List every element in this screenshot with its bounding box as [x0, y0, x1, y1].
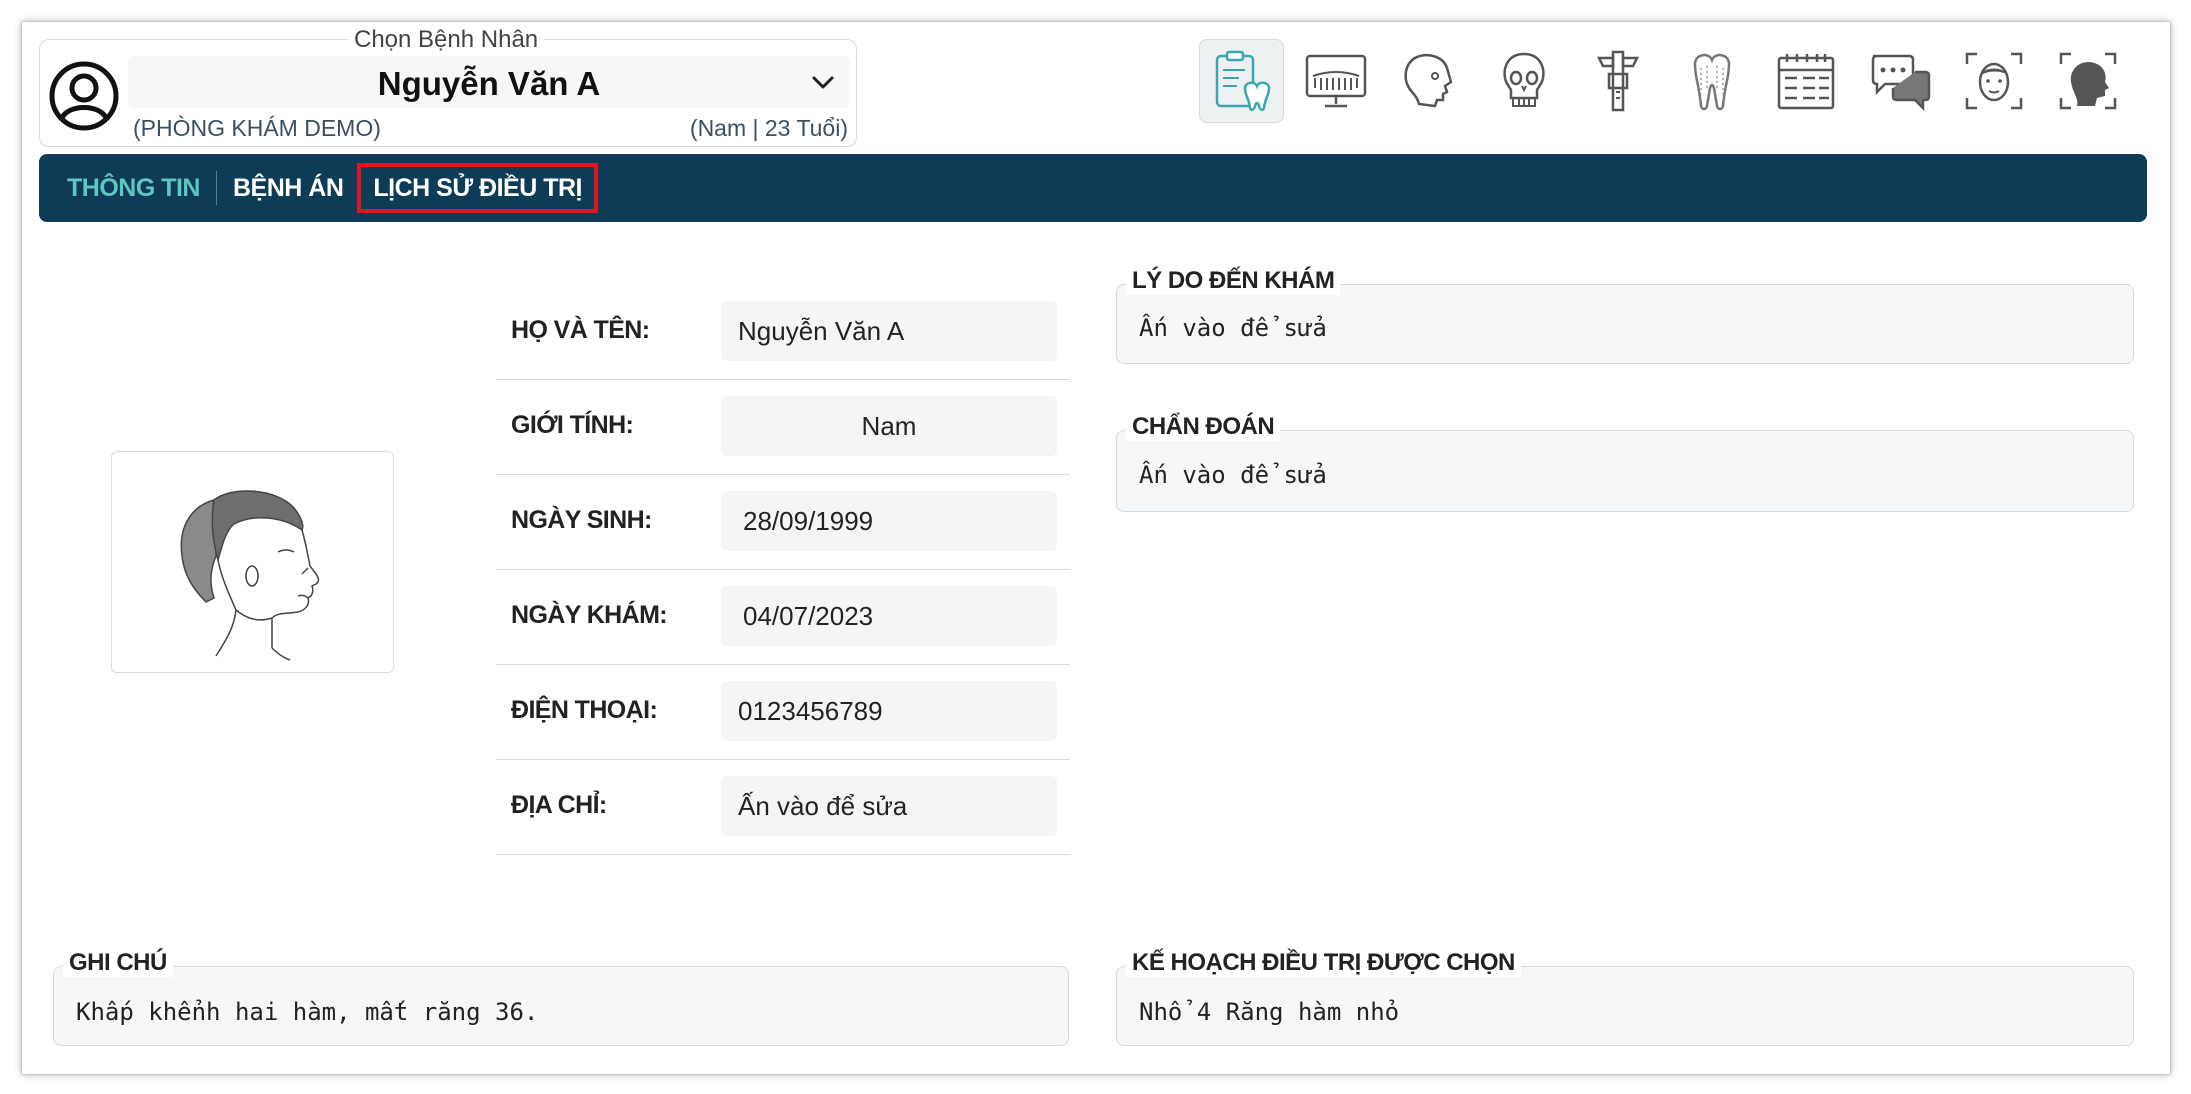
- head-scan-icon: [2059, 52, 2116, 110]
- row-dob: NGÀY SINH: 28/09/1999: [496, 475, 1070, 570]
- module-toolbar: [1199, 39, 2130, 125]
- tool-caliper[interactable]: [1575, 39, 1660, 123]
- phone-label: ĐIỆN THOẠI:: [511, 696, 658, 724]
- row-phone: ĐIỆN THOẠI: 0123456789: [496, 665, 1070, 760]
- fullname-field[interactable]: Nguyễn Văn A: [721, 301, 1057, 361]
- phone-field[interactable]: 0123456789: [721, 681, 1057, 741]
- tooth-icon: [1693, 53, 1730, 111]
- calendar-icon: [1777, 54, 1834, 110]
- patient-info-form: HỌ VÀ TÊN: Nguyễn Văn A GIỚI TÍNH: Nam N…: [496, 285, 1070, 855]
- notes-field[interactable]: GHI CHÚ Khấp khểnh hai hàm, mất răng 36.: [53, 949, 1069, 1046]
- tool-skull[interactable]: [1481, 39, 1566, 123]
- fullname-label: HỌ VÀ TÊN:: [511, 316, 650, 344]
- patient-meta: (Nam | 23 Tuổi): [689, 115, 848, 141]
- reason-text: Ấn vào để sửa: [1139, 314, 1327, 342]
- caliper-icon: [1596, 50, 1639, 112]
- clinic-label: (PHÒNG KHÁM DEMO): [133, 115, 381, 141]
- tool-clinical-record[interactable]: [1199, 39, 1284, 123]
- app-window: Chọn Bệnh Nhân Nguyễn Văn A (PHÒNG KHÁM …: [22, 22, 2170, 1074]
- exam-date-label: NGÀY KHÁM:: [511, 601, 668, 629]
- row-gender: GIỚI TÍNH: Nam: [496, 380, 1070, 475]
- user-avatar-icon: [49, 61, 119, 131]
- clipboard-tooth-icon: [1215, 50, 1270, 111]
- tool-tooth[interactable]: [1669, 39, 1754, 123]
- tool-chat[interactable]: [1857, 39, 1942, 123]
- address-field[interactable]: Ấn vào để sửa: [721, 776, 1057, 836]
- tab-info[interactable]: THÔNG TIN: [67, 173, 201, 203]
- xray-monitor-icon: [1305, 54, 1366, 108]
- address-label: ĐỊA CHỈ:: [511, 791, 607, 819]
- treatment-plan-label: KẾ HOẠCH ĐIỀU TRỊ ĐƯỢC CHỌN: [1126, 949, 1521, 977]
- patient-photo[interactable]: [111, 451, 394, 673]
- tab-medical-record[interactable]: BỆNH ÁN: [233, 173, 344, 203]
- tool-head-scan[interactable]: [2045, 39, 2130, 123]
- treatment-plan-field[interactable]: KẾ HOẠCH ĐIỀU TRỊ ĐƯỢC CHỌN Nhổ 4 Răng h…: [1116, 949, 2134, 1046]
- notes-text: Khấp khểnh hai hàm, mất răng 36.: [76, 998, 539, 1026]
- head-profile-placeholder-icon: [180, 490, 320, 661]
- patient-name: Nguyễn Văn A: [377, 65, 601, 102]
- skull-front-icon: [1502, 52, 1545, 107]
- row-exam-date: NGÀY KHÁM: 04/07/2023: [496, 570, 1070, 665]
- dob-label: NGÀY SINH:: [511, 506, 652, 534]
- diagnosis-field[interactable]: CHẨN ĐOÁN Ấn vào để sửa: [1116, 413, 2134, 512]
- reason-label: LÝ DO ĐẾN KHÁM: [1126, 267, 1341, 295]
- tool-xray[interactable]: [1293, 39, 1378, 123]
- row-address: ĐỊA CHỈ: Ấn vào để sửa: [496, 760, 1070, 855]
- face-scan-icon: [1965, 52, 2022, 110]
- gender-field[interactable]: Nam: [721, 396, 1057, 456]
- treatment-plan-text: Nhổ 4 Răng hàm nhỏ: [1139, 998, 1400, 1026]
- tool-cephalometric[interactable]: [1387, 39, 1472, 123]
- tab-bar: THÔNG TIN BỆNH ÁN LỊCH SỬ ĐIỀU TRỊ: [39, 154, 2147, 222]
- patient-selector-legend: Chọn Bệnh Nhân: [348, 26, 545, 54]
- skull-profile-icon: [1403, 54, 1452, 108]
- tab-treatment-history[interactable]: LỊCH SỬ ĐIỀU TRỊ: [357, 163, 598, 213]
- diagnosis-text: Ấn vào để sửa: [1139, 461, 1327, 489]
- chevron-down-icon[interactable]: [810, 70, 836, 96]
- diagnosis-label: CHẨN ĐOÁN: [1126, 413, 1281, 441]
- reason-for-visit-field[interactable]: LÝ DO ĐẾN KHÁM Ấn vào để sửa: [1116, 267, 2134, 364]
- tool-calendar[interactable]: [1763, 39, 1848, 123]
- dob-field[interactable]: 28/09/1999: [721, 491, 1057, 551]
- patient-dropdown[interactable]: Nguyễn Văn A: [128, 56, 850, 108]
- gender-label: GIỚI TÍNH:: [511, 411, 634, 439]
- chat-icon: [1871, 54, 1930, 112]
- patient-selector[interactable]: Chọn Bệnh Nhân Nguyễn Văn A (PHÒNG KHÁM …: [39, 26, 857, 147]
- tool-face-scan[interactable]: [1951, 39, 2036, 123]
- exam-date-field[interactable]: 04/07/2023: [721, 586, 1057, 646]
- notes-label: GHI CHÚ: [63, 949, 173, 977]
- tab-divider: [216, 171, 217, 205]
- row-fullname: HỌ VÀ TÊN: Nguyễn Văn A: [496, 285, 1070, 380]
